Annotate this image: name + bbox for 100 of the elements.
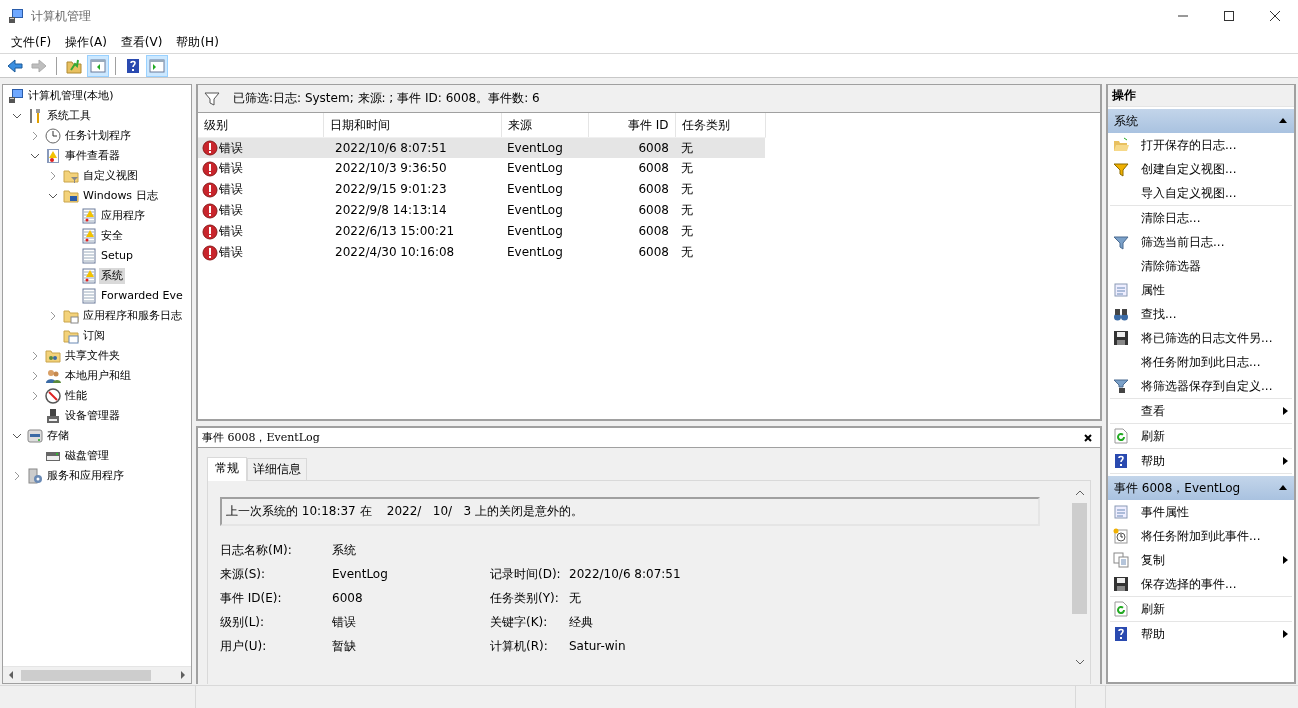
tree-item[interactable]: 设备管理器 [63, 408, 122, 424]
action-item[interactable]: 刷新 [1110, 597, 1292, 621]
action-item[interactable]: 将筛选器保存到自定义... [1110, 374, 1292, 398]
field-value: 暂缺 [332, 638, 357, 654]
log-book-icon [45, 148, 61, 164]
tab[interactable]: 详细信息 [247, 458, 307, 480]
refresh-icon [1113, 601, 1129, 617]
menu-item[interactable]: 帮助(H) [169, 35, 226, 50]
tab[interactable]: 常规 [207, 457, 247, 481]
action-item[interactable]: 将任务附加到此日志... [1110, 350, 1292, 374]
funnel-save-icon [1113, 378, 1129, 394]
device-icon [45, 408, 61, 424]
horizontal-scrollbar[interactable] [3, 666, 191, 683]
tree-item[interactable]: 系统 [99, 268, 125, 284]
tree-item[interactable]: 磁盘管理 [63, 448, 111, 464]
tree-item[interactable]: 服务和应用程序 [45, 468, 126, 484]
action-item[interactable]: 刷新 [1110, 424, 1292, 448]
help-icon [125, 57, 141, 74]
column-header[interactable]: 级别 [198, 113, 323, 137]
maximize-icon[interactable] [1221, 8, 1237, 24]
action-item[interactable]: 查看 [1110, 399, 1292, 423]
section-title: 事件 6008，EventLog [1114, 480, 1242, 496]
action-item[interactable]: 将任务附加到此事件... [1110, 524, 1292, 548]
tree-item[interactable]: 共享文件夹 [63, 348, 122, 364]
field-label: 来源(S): [220, 566, 267, 582]
help-icon [1113, 453, 1129, 469]
column-header[interactable]: 任务类别 [675, 113, 765, 137]
action-item[interactable]: 帮助 [1110, 622, 1292, 646]
error-icon [202, 223, 218, 240]
table-row[interactable]: 错误 2022/4/30 10:16:08 EventLog 6008 无 [198, 242, 765, 263]
table-cell: 错误 [219, 245, 243, 260]
table-cell-text: 6008 [637, 223, 670, 241]
action-item[interactable]: 导入自定义视图... [1110, 181, 1292, 205]
field-label: 日志名称(M): [220, 542, 293, 558]
close-icon[interactable] [1082, 431, 1094, 444]
action-item[interactable]: 保存选择的事件... [1110, 572, 1292, 596]
tree-item[interactable]: 性能 [63, 388, 89, 404]
action-item[interactable]: 创建自定义视图... [1110, 157, 1292, 181]
tree-item[interactable]: 存储 [45, 428, 71, 444]
window-title: 计算机管理 [31, 8, 92, 24]
storage-icon [27, 428, 43, 444]
folder-icon [63, 328, 79, 344]
close-icon[interactable] [1267, 8, 1283, 24]
column-header[interactable]: 事件 ID [588, 113, 675, 137]
menu-item[interactable]: 查看(V) [113, 35, 170, 50]
table-cell: 错误 [219, 182, 243, 197]
menu-item[interactable]: 文件(F) [4, 35, 59, 50]
log-icon [81, 288, 97, 304]
field-label: 级别(L): [220, 614, 266, 630]
funnel-icon [1113, 161, 1129, 177]
copy-icon [1113, 552, 1129, 568]
tree-item[interactable]: Setup [99, 248, 136, 264]
tree-item[interactable]: Forwarded Eve [99, 288, 185, 304]
tree-item[interactable]: 自定义视图 [81, 168, 140, 184]
tree-item[interactable]: 安全 [99, 228, 125, 244]
field-value: 2022/10/6 8:07:51 [569, 566, 682, 582]
action-item[interactable]: 帮助 [1110, 449, 1292, 473]
tree-item[interactable]: 本地用户和组 [63, 368, 133, 384]
open-folder-icon [1113, 137, 1129, 153]
field-label: 事件 ID(E): [220, 590, 283, 606]
table-row[interactable]: 错误 2022/10/3 9:36:50 EventLog 6008 无 [198, 158, 765, 179]
action-item[interactable]: 复制 [1110, 548, 1292, 572]
tree-item[interactable]: Windows 日志 [81, 188, 160, 204]
log-warning-icon [81, 268, 97, 284]
table-cell-text: 6008 [637, 181, 670, 199]
field-label: 任务类别(Y): [490, 590, 560, 606]
action-item[interactable]: 查找... [1110, 302, 1292, 326]
tree-item[interactable]: 计算机管理(本地) [26, 88, 116, 104]
table-cell-text: 2022/4/30 10:16:08 [334, 244, 456, 262]
column-header[interactable]: 来源 [501, 113, 588, 137]
section-header[interactable]: 事件 6008，EventLog [1108, 476, 1294, 500]
table-cell-text: 无 [680, 244, 694, 262]
action-item[interactable]: 筛选当前日志... [1110, 230, 1292, 254]
table-cell-text: EventLog [506, 202, 564, 220]
menu-item[interactable]: 操作(A) [58, 35, 114, 50]
table-row[interactable]: 错误 2022/6/13 15:00:21 EventLog 6008 无 [198, 221, 765, 242]
table-cell-text: 无 [680, 223, 694, 241]
folder-icon [63, 308, 79, 324]
action-item[interactable]: 属性 [1110, 278, 1292, 302]
section-header[interactable]: 系统 [1108, 109, 1294, 133]
table-cell-text: 无 [680, 202, 694, 220]
tree-item[interactable]: 系统工具 [45, 108, 93, 124]
action-item[interactable]: 清除日志... [1110, 206, 1292, 230]
action-item[interactable]: 将已筛选的日志文件另... [1110, 326, 1292, 350]
table-row[interactable]: 错误 2022/9/8 14:13:14 EventLog 6008 无 [198, 200, 765, 221]
column-header[interactable]: 日期和时间 [323, 113, 501, 137]
table-row[interactable]: 错误 2022/9/15 9:01:23 EventLog 6008 无 [198, 179, 765, 200]
tree-item[interactable]: 订阅 [81, 328, 107, 344]
action-item[interactable]: 清除筛选器 [1110, 254, 1292, 278]
tree-item[interactable]: 任务计划程序 [63, 128, 133, 144]
users-icon [45, 368, 61, 384]
tree-item[interactable]: 应用程序和服务日志 [81, 308, 184, 324]
tree-item[interactable]: 应用程序 [99, 208, 147, 224]
table-row[interactable]: 错误 2022/10/6 8:07:51 EventLog 6008 无 [198, 137, 765, 158]
action-item[interactable]: 事件属性 [1110, 500, 1292, 524]
folder-up-icon [66, 57, 82, 74]
action-item[interactable]: 打开保存的日志... [1110, 133, 1292, 157]
tree-item[interactable]: 事件查看器 [63, 148, 122, 164]
table-cell: EventLog [501, 137, 588, 158]
forward-arrow-icon [31, 57, 47, 74]
